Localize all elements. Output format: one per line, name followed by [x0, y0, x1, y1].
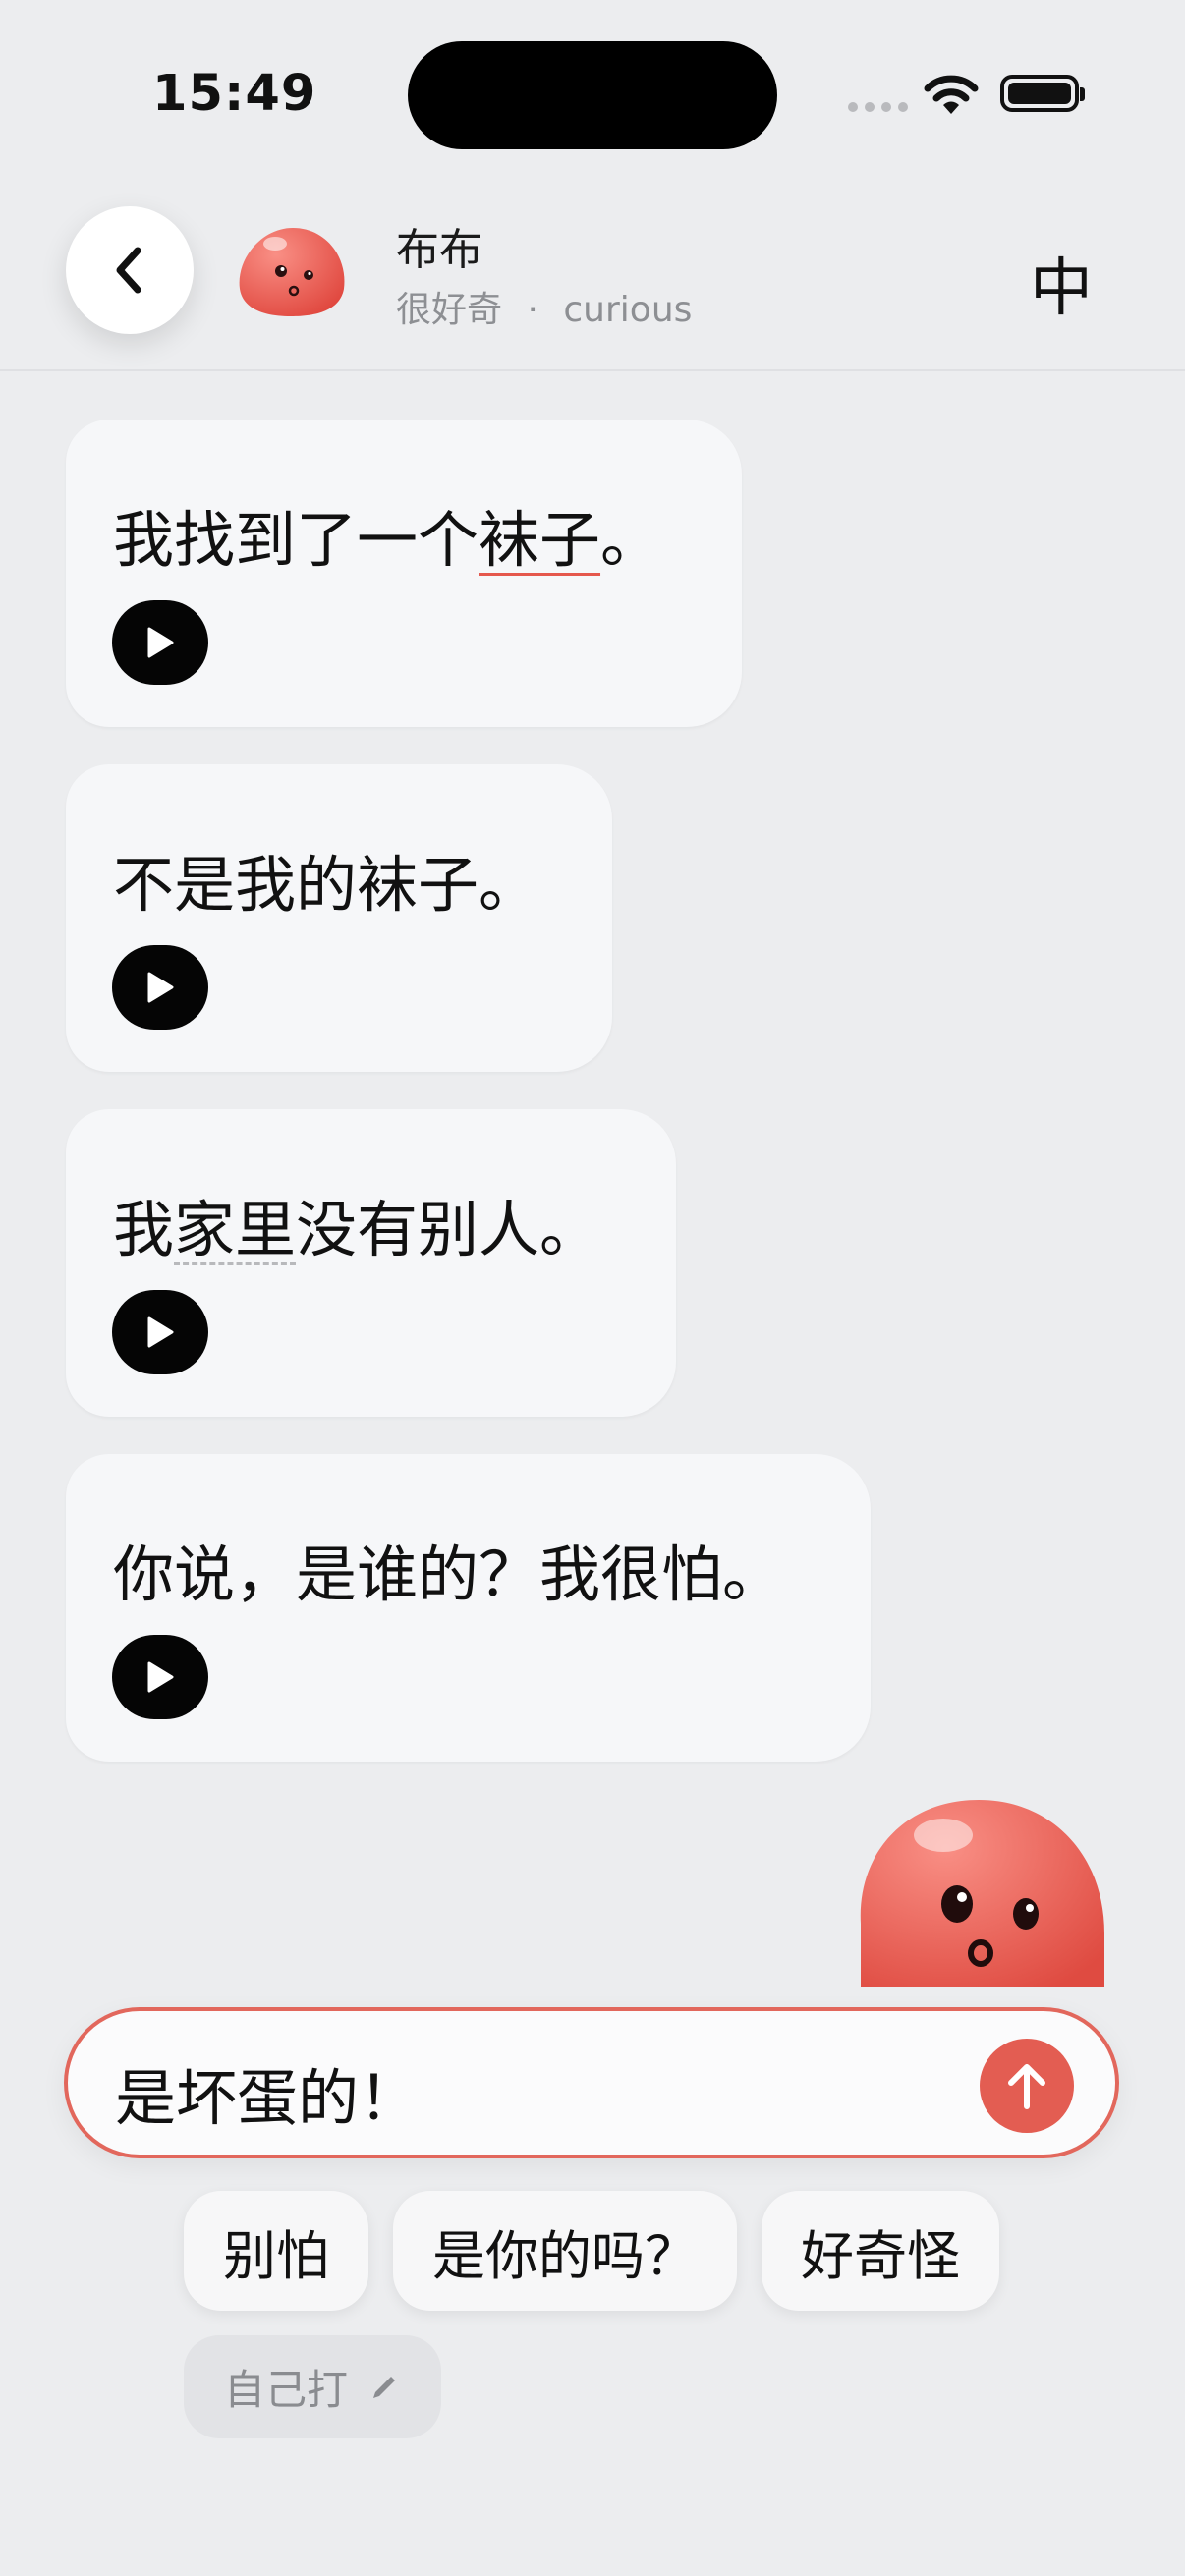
play-icon — [147, 972, 174, 1003]
suggestion-chip[interactable]: 是你的吗？ — [393, 2191, 737, 2311]
pencil-icon — [373, 2376, 395, 2398]
self-type-button[interactable]: 自己打 — [184, 2335, 441, 2438]
arrow-up-icon — [1008, 2064, 1045, 2109]
character-avatar[interactable] — [232, 220, 350, 318]
back-button[interactable] — [66, 206, 194, 334]
chevron-left-icon — [116, 247, 141, 294]
message-text-part: 我 — [113, 1194, 175, 1265]
chat-header: 布布 很好奇 · curious 中 — [0, 187, 1185, 371]
play-audio-button[interactable] — [112, 600, 208, 685]
status-time: 15:49 — [152, 65, 317, 123]
suggestion-chip[interactable]: 好奇怪 — [762, 2191, 999, 2311]
play-audio-button[interactable] — [112, 1635, 208, 1719]
play-icon — [147, 1661, 174, 1693]
character-mascot — [860, 1800, 1104, 1987]
message-bubble: 我找到了一个袜子。 — [66, 420, 742, 727]
play-icon — [147, 627, 174, 658]
mood-separator: · — [527, 290, 538, 330]
dynamic-island — [408, 41, 777, 149]
character-mood: 很好奇 · curious — [396, 281, 692, 332]
cellular-dots-icon — [848, 102, 908, 112]
vocab-word-highlight[interactable]: 家里 — [174, 1194, 296, 1265]
character-name: 布布 — [396, 225, 482, 275]
play-audio-button[interactable] — [112, 1290, 208, 1374]
self-type-label: 自己打 — [223, 2366, 348, 2414]
message-text-part: 。 — [600, 504, 662, 576]
message-text-part: 没有别人。 — [296, 1194, 601, 1265]
play-audio-button[interactable] — [112, 945, 208, 1030]
battery-full-icon — [1000, 75, 1085, 112]
message-text: 我找到了一个袜子。 — [113, 490, 661, 579]
composer-input[interactable]: 是坏蛋的！ — [115, 2048, 420, 2137]
mood-english: curious — [563, 290, 693, 330]
vocab-word-highlight[interactable]: 袜子 — [479, 504, 600, 576]
message-text: 我家里没有别人。 — [113, 1180, 600, 1268]
wifi-icon — [924, 75, 979, 114]
play-icon — [147, 1316, 174, 1348]
send-button[interactable] — [980, 2039, 1074, 2133]
mood-chinese: 很好奇 — [396, 290, 503, 330]
message-text-part: 我找到了一个 — [113, 504, 480, 576]
message-composer[interactable]: 是坏蛋的！ — [64, 2007, 1119, 2158]
message-text: 你说，是谁的？我很怕。 — [113, 1539, 784, 1610]
message-bubble: 我家里没有别人。 — [66, 1109, 676, 1417]
language-toggle[interactable]: 中 — [1030, 238, 1093, 328]
message-bubble: 你说，是谁的？我很怕。 — [66, 1454, 871, 1762]
suggestion-chip[interactable]: 别怕 — [184, 2191, 368, 2311]
message-text: 不是我的袜子。 — [113, 849, 540, 921]
message-bubble: 不是我的袜子。 — [66, 764, 612, 1072]
